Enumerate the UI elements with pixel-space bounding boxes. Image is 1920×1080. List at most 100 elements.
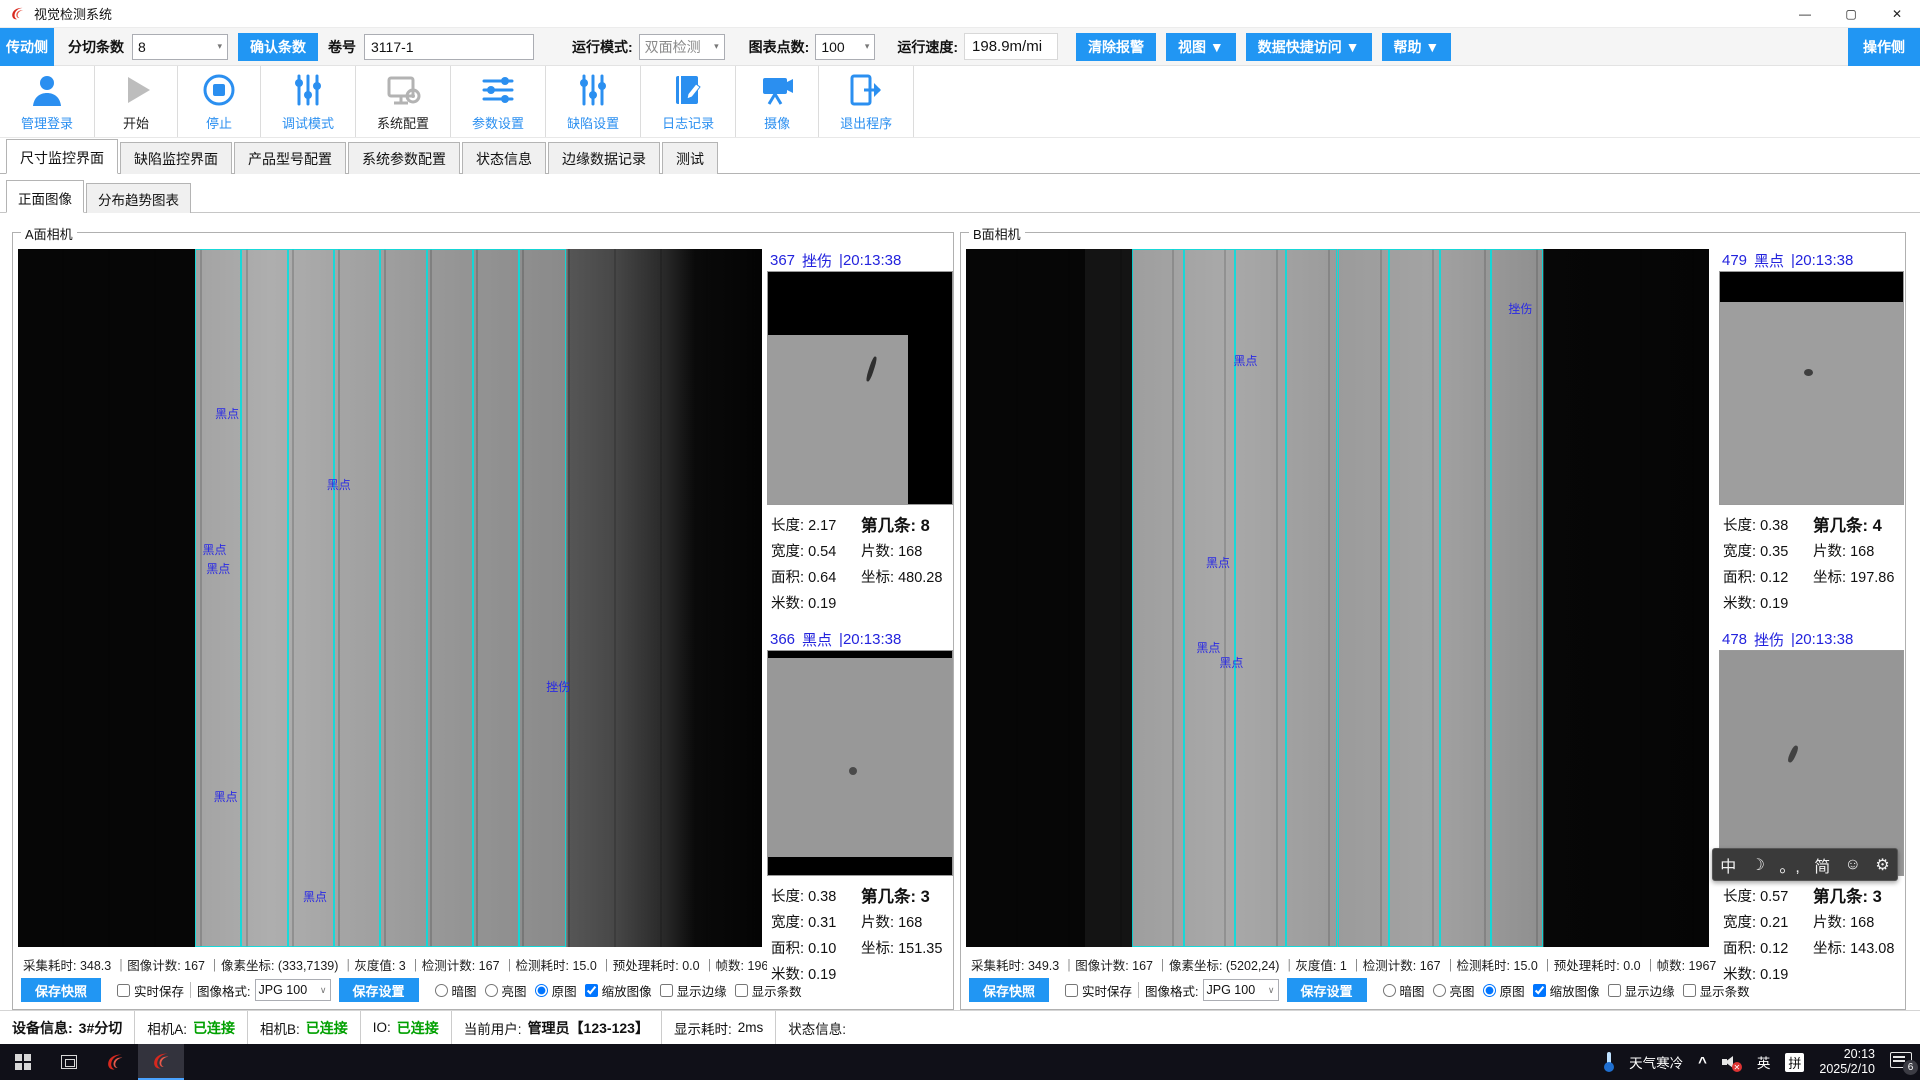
tab-系统参数配置[interactable]: 系统参数配置 <box>348 142 460 174</box>
strip-boundary-line <box>1491 249 1542 947</box>
realtime-save-label: 实时保存 <box>1082 981 1132 1000</box>
camera-b-panel: B面相机 黑点黑点黑点黑点挫伤 采集耗时: 349.3 ｜图像计数: 167 ｜… <box>960 232 1906 1010</box>
action-缺陷设置[interactable]: 缺陷设置 <box>546 66 641 137</box>
close-button[interactable]: ✕ <box>1874 0 1920 28</box>
action-日志记录[interactable]: 日志记录 <box>641 66 736 137</box>
action-停止[interactable]: 停止 <box>178 66 261 137</box>
tab-尺寸监控界面[interactable]: 尺寸监控界面 <box>6 139 118 174</box>
action-label: 日志记录 <box>662 113 714 132</box>
show-edge-checkbox[interactable] <box>1608 984 1621 997</box>
defect-measurements: 长度: 0.57 第几条: 3 宽度: 0.21 片数: 168 面积: 0.1… <box>1719 876 1904 986</box>
action-摄像[interactable]: 摄像 <box>736 66 819 137</box>
drive-side-button[interactable]: 传动侧 <box>0 28 54 66</box>
defect-card[interactable]: 478挫伤|20:13:38 长度: 0.57 第几条: 3 宽度: 0.21 … <box>1719 628 1904 986</box>
operator-side-button[interactable]: 操作侧 <box>1848 28 1920 66</box>
show-count-checkbox[interactable] <box>1683 984 1696 997</box>
action-开始[interactable]: 开始 <box>95 66 178 137</box>
image-format-label: 图像格式: <box>197 981 250 1000</box>
camera-b-label: 相机B: <box>260 1018 300 1038</box>
camera-image-b[interactable]: 黑点黑点黑点黑点挫伤 <box>966 249 1709 947</box>
zoom-image-checkbox[interactable] <box>1533 984 1546 997</box>
ime-emoji-icon[interactable]: ☺ <box>1845 856 1861 874</box>
show-edge-label: 显示边缘 <box>677 981 727 1000</box>
pinyin-indicator[interactable]: 拼 <box>1785 1053 1804 1072</box>
snapshot-button[interactable]: 保存快照 <box>969 978 1049 1002</box>
view-menu-button[interactable]: 视图 ▼ <box>1166 33 1236 61</box>
defect-annotation: 黑点 <box>206 560 230 577</box>
image-format-select[interactable]: JPG 100 ∨ <box>1203 979 1279 1001</box>
notification-center-button[interactable]: 6 <box>1890 1052 1912 1072</box>
camera-a-status-line: 采集耗时: 348.3 ｜图像计数: 167 ｜像素坐标: (333,7139)… <box>23 955 765 974</box>
defect-card[interactable]: 479黑点|20:13:38 长度: 0.38 第几条: 4 宽度: 0.35 … <box>1719 249 1904 615</box>
chart-points-select[interactable]: 100 ▾ <box>815 34 875 60</box>
defect-annotation: 黑点 <box>214 788 238 805</box>
save-settings-button[interactable]: 保存设置 <box>1287 978 1367 1002</box>
bright-image-radio[interactable] <box>1433 984 1446 997</box>
zoom-image-checkbox[interactable] <box>585 984 598 997</box>
defect-annotation: 挫伤 <box>546 678 570 695</box>
image-format-label: 图像格式: <box>1145 981 1198 1000</box>
run-mode-select[interactable]: 双面检测 ▾ <box>639 34 725 60</box>
show-count-checkbox[interactable] <box>735 984 748 997</box>
tab-边缘数据记录[interactable]: 边缘数据记录 <box>548 142 660 174</box>
action-label: 退出程序 <box>840 113 892 132</box>
action-管理登录[interactable]: 管理登录 <box>0 66 95 137</box>
action-参数设置[interactable]: 参数设置 <box>451 66 546 137</box>
action-label: 摄像 <box>764 113 790 132</box>
ime-simplified-button[interactable]: 简 <box>1814 853 1830 877</box>
ime-settings-gear-icon[interactable]: ⚙ <box>1875 855 1889 875</box>
original-image-radio[interactable] <box>535 984 548 997</box>
slit-count-select[interactable]: 8 ▾ <box>132 34 228 60</box>
running-app-button[interactable] <box>138 1044 184 1080</box>
pinned-app-button[interactable] <box>92 1044 138 1080</box>
original-image-radio[interactable] <box>1483 984 1496 997</box>
dark-image-radio[interactable] <box>1383 984 1396 997</box>
app-logo-icon <box>150 1050 172 1072</box>
start-button[interactable] <box>0 1044 46 1080</box>
window-title: 视觉检测系统 <box>34 4 112 23</box>
defect-card[interactable]: 366黑点|20:13:38 长度: 0.38 第几条: 3 宽度: 0.31 … <box>767 628 953 986</box>
tray-expand-chevron[interactable]: ^ <box>1698 1054 1707 1071</box>
maximize-button[interactable]: ▢ <box>1828 0 1874 28</box>
dark-image-label: 暗图 <box>1400 981 1425 1000</box>
camera-a-label: 相机A: <box>147 1018 187 1038</box>
roll-number-input[interactable] <box>364 34 534 60</box>
task-view-button[interactable] <box>46 1044 92 1080</box>
defect-thumbnail <box>1719 650 1904 876</box>
action-调试模式[interactable]: 调试模式 <box>261 66 356 137</box>
help-menu-button[interactable]: 帮助 ▼ <box>1382 33 1452 61</box>
image-format-select[interactable]: JPG 100 ∨ <box>255 979 331 1001</box>
defect-card[interactable]: 367挫伤|20:13:38 长度: 2.17 第几条: 8 宽度: 0.54 … <box>767 249 953 615</box>
confirm-count-button[interactable]: 确认条数 <box>238 33 318 61</box>
action-label: 停止 <box>206 113 232 132</box>
tab-测试[interactable]: 测试 <box>662 142 718 174</box>
display-time-label: 显示耗时: <box>674 1018 732 1038</box>
subtab-正面图像[interactable]: 正面图像 <box>6 180 84 213</box>
volume-muted-icon[interactable]: ✕ <box>1722 1054 1742 1070</box>
tab-缺陷监控界面[interactable]: 缺陷监控界面 <box>120 142 232 174</box>
dark-image-radio[interactable] <box>435 984 448 997</box>
camera-image-a[interactable]: 黑点黑点黑点黑点黑点黑点挫伤 <box>18 249 762 947</box>
action-系统配置[interactable]: 系统配置 <box>356 66 451 137</box>
defect-annotation: 黑点 <box>215 405 239 422</box>
clear-alarm-button[interactable]: 清除报警 <box>1076 33 1156 61</box>
action-退出程序[interactable]: 退出程序 <box>819 66 914 137</box>
ime-fullwidth-icon[interactable]: ☽ <box>1751 855 1765 875</box>
strip-boundary-line <box>1338 249 1389 947</box>
subtab-分布趋势图表[interactable]: 分布趋势图表 <box>86 183 191 213</box>
bright-image-radio[interactable] <box>485 984 498 997</box>
ime-chinese-mode-button[interactable]: 中 <box>1720 853 1736 877</box>
minimize-button[interactable]: — <box>1782 0 1828 28</box>
taskbar-clock[interactable]: 20:13 2025/2/10 <box>1819 1047 1875 1077</box>
save-settings-button[interactable]: 保存设置 <box>339 978 419 1002</box>
language-indicator[interactable]: 英 <box>1757 1052 1771 1072</box>
tab-产品型号配置[interactable]: 产品型号配置 <box>234 142 346 174</box>
realtime-save-checkbox[interactable] <box>1065 984 1078 997</box>
snapshot-button[interactable]: 保存快照 <box>21 978 101 1002</box>
show-edge-checkbox[interactable] <box>660 984 673 997</box>
data-quick-access-menu-button[interactable]: 数据快捷访问 ▼ <box>1246 33 1372 61</box>
action-label: 调试模式 <box>282 113 334 132</box>
realtime-save-checkbox[interactable] <box>117 984 130 997</box>
ime-punctuation-icon[interactable]: 。, <box>1779 853 1799 877</box>
tab-状态信息[interactable]: 状态信息 <box>462 142 546 174</box>
